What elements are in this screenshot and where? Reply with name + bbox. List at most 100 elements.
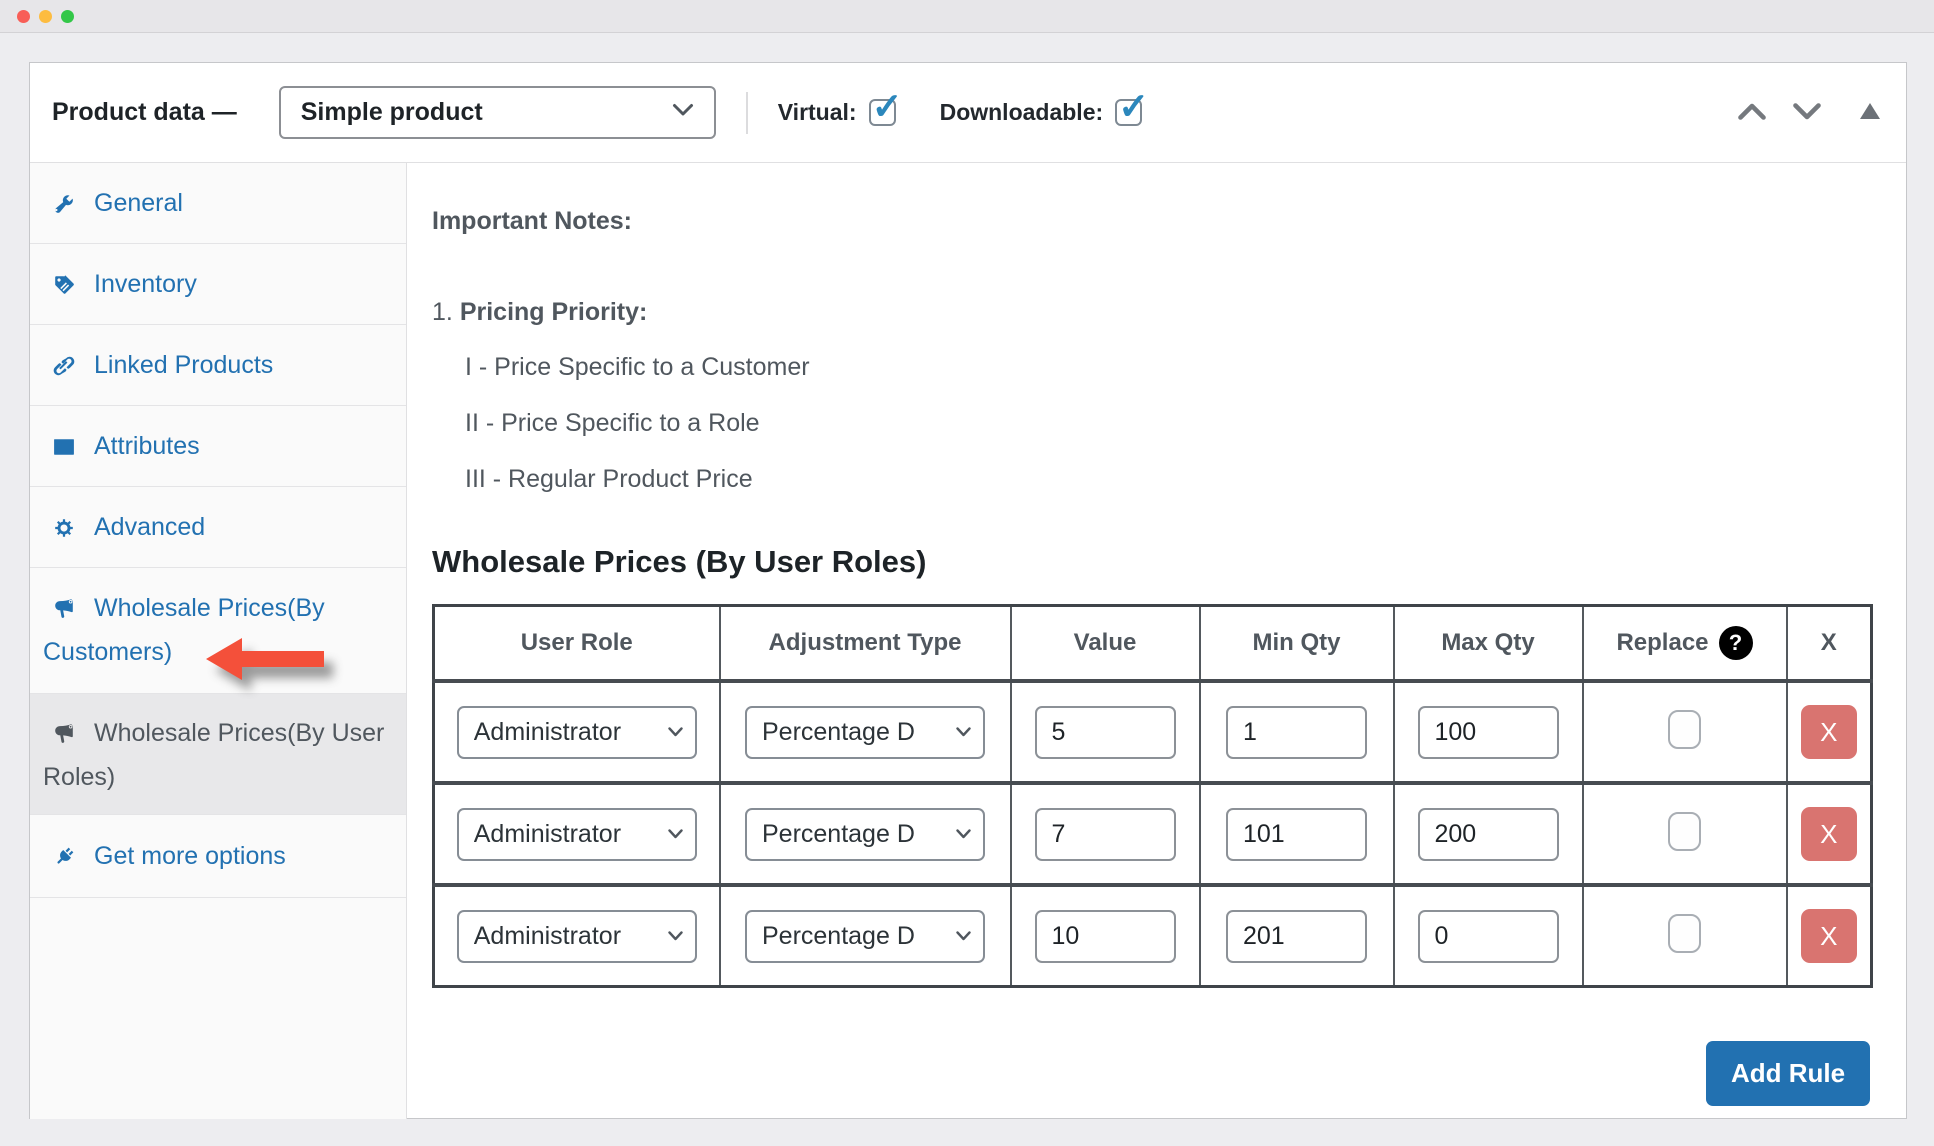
list-number: 1.	[432, 298, 453, 326]
sidebar-item-wholesale-by-customers[interactable]: Wholesale Prices(By Customers)	[30, 568, 406, 694]
wholesale-prices-heading: Wholesale Prices (By User Roles)	[432, 540, 1906, 584]
table-header-row: User Role Adjustment Type Value Min Qty …	[434, 606, 1872, 682]
plug-icon	[53, 840, 75, 880]
downloadable-group: Downloadable: ✓	[940, 99, 1143, 126]
pricing-priority-item: 1. Pricing Priority:	[432, 298, 1906, 327]
sidebar-item-linked-products[interactable]: Linked Products	[30, 325, 406, 406]
max-qty-input[interactable]	[1418, 910, 1559, 963]
virtual-checkbox[interactable]: ✓	[869, 99, 896, 126]
adjustment-type-value: Percentage D	[762, 820, 952, 849]
min-qty-input[interactable]	[1226, 910, 1367, 963]
max-qty-input[interactable]	[1418, 808, 1559, 861]
adjustment-type-value: Percentage D	[762, 718, 952, 747]
value-input[interactable]	[1035, 706, 1176, 759]
col-replace: Replace ?	[1583, 606, 1787, 682]
checkmark-icon: ✓	[1118, 88, 1149, 125]
value-input[interactable]	[1035, 910, 1176, 963]
sidebar-item-label: Inventory	[94, 270, 197, 298]
screen: Product data — Simple product Virtual: ✓…	[0, 0, 1934, 1146]
close-icon[interactable]	[17, 10, 30, 23]
add-rule-row: Add Rule	[432, 1041, 1870, 1106]
rule-row: Administrator Percentage D X	[434, 783, 1872, 885]
product-data-panel: Product data — Simple product Virtual: ✓…	[29, 62, 1907, 1119]
minimize-icon[interactable]	[39, 10, 52, 23]
col-min-qty: Min Qty	[1200, 606, 1394, 682]
sidebar-item-wholesale-by-user-roles[interactable]: Wholesale Prices(By User Roles)	[30, 694, 406, 815]
user-role-value: Administrator	[474, 718, 664, 747]
delete-rule-button[interactable]: X	[1801, 807, 1857, 861]
important-notes-title: Important Notes:	[432, 207, 1906, 236]
priority-line: III - Regular Product Price	[465, 451, 1906, 507]
sidebar-item-general[interactable]: General	[30, 163, 406, 244]
move-up-button[interactable]	[1737, 102, 1767, 124]
replace-header-label: Replace	[1616, 629, 1708, 657]
col-value: Value	[1011, 606, 1200, 682]
macos-titlebar	[0, 0, 1934, 33]
adjustment-type-select[interactable]: Percentage D	[745, 910, 985, 963]
triangle-up-icon	[1860, 103, 1880, 122]
wrench-icon	[53, 187, 75, 227]
rule-row: Administrator Percentage D X	[434, 681, 1872, 783]
chevron-down-icon	[956, 931, 971, 941]
priority-line: I - Price Specific to a Customer	[465, 339, 1906, 395]
gear-icon	[53, 511, 75, 551]
col-adjustment-type: Adjustment Type	[720, 606, 1011, 682]
sidebar-item-label: Advanced	[94, 513, 205, 541]
downloadable-label: Downloadable:	[940, 99, 1104, 126]
help-icon[interactable]: ?	[1719, 626, 1753, 660]
user-role-value: Administrator	[474, 922, 664, 951]
product-data-sidebar: General Inventory Linked Products	[30, 163, 407, 1119]
min-qty-input[interactable]	[1226, 706, 1367, 759]
max-qty-input[interactable]	[1418, 706, 1559, 759]
product-type-value: Simple product	[301, 98, 483, 127]
sidebar-item-inventory[interactable]: Inventory	[30, 244, 406, 325]
chevron-down-icon	[1792, 102, 1822, 124]
product-type-select[interactable]: Simple product	[279, 86, 716, 139]
user-role-select[interactable]: Administrator	[457, 706, 697, 759]
delete-rule-button[interactable]: X	[1801, 909, 1857, 963]
col-delete: X	[1787, 606, 1872, 682]
red-arrow-annotation	[206, 638, 324, 692]
move-down-button[interactable]	[1792, 102, 1822, 124]
virtual-label: Virtual:	[778, 99, 857, 126]
collapse-panel-button[interactable]	[1860, 103, 1880, 122]
chevron-down-icon	[668, 727, 683, 737]
sidebar-item-get-more-options[interactable]: Get more options	[30, 815, 406, 898]
megaphone-icon	[53, 592, 75, 632]
panel-body: General Inventory Linked Products	[30, 163, 1906, 1119]
replace-checkbox[interactable]	[1668, 914, 1701, 953]
priority-list: I - Price Specific to a Customer II - Pr…	[465, 339, 1906, 507]
min-qty-input[interactable]	[1226, 808, 1367, 861]
index-card-icon	[53, 430, 75, 470]
wholesale-rules-table: User Role Adjustment Type Value Min Qty …	[432, 604, 1873, 988]
sidebar-item-label: Wholesale Prices(By User Roles)	[43, 719, 384, 791]
panel-order-controls	[1737, 102, 1880, 124]
sidebar-item-label: Get more options	[94, 842, 286, 870]
chevron-down-icon	[956, 727, 971, 737]
sidebar-item-advanced[interactable]: Advanced	[30, 487, 406, 568]
sidebar-item-label: General	[94, 189, 183, 217]
chevron-down-icon	[672, 103, 694, 122]
product-data-header: Product data — Simple product Virtual: ✓…	[30, 63, 1906, 163]
add-rule-button[interactable]: Add Rule	[1706, 1041, 1870, 1106]
megaphone-icon	[53, 717, 75, 757]
tag-icon	[53, 268, 75, 308]
user-role-select[interactable]: Administrator	[457, 808, 697, 861]
delete-rule-button[interactable]: X	[1801, 705, 1857, 759]
col-max-qty: Max Qty	[1394, 606, 1583, 682]
chevron-down-icon	[668, 931, 683, 941]
replace-checkbox[interactable]	[1668, 812, 1701, 851]
adjustment-type-select[interactable]: Percentage D	[745, 808, 985, 861]
checkmark-icon: ✓	[872, 88, 903, 125]
chevron-down-icon	[956, 829, 971, 839]
maximize-icon[interactable]	[61, 10, 74, 23]
sidebar-item-label: Linked Products	[94, 351, 273, 379]
user-role-select[interactable]: Administrator	[457, 910, 697, 963]
value-input[interactable]	[1035, 808, 1176, 861]
sidebar-item-attributes[interactable]: Attributes	[30, 406, 406, 487]
adjustment-type-select[interactable]: Percentage D	[745, 706, 985, 759]
panel-title: Product data —	[52, 98, 237, 127]
downloadable-checkbox[interactable]: ✓	[1115, 99, 1142, 126]
replace-checkbox[interactable]	[1668, 710, 1701, 749]
header-divider	[746, 92, 748, 134]
